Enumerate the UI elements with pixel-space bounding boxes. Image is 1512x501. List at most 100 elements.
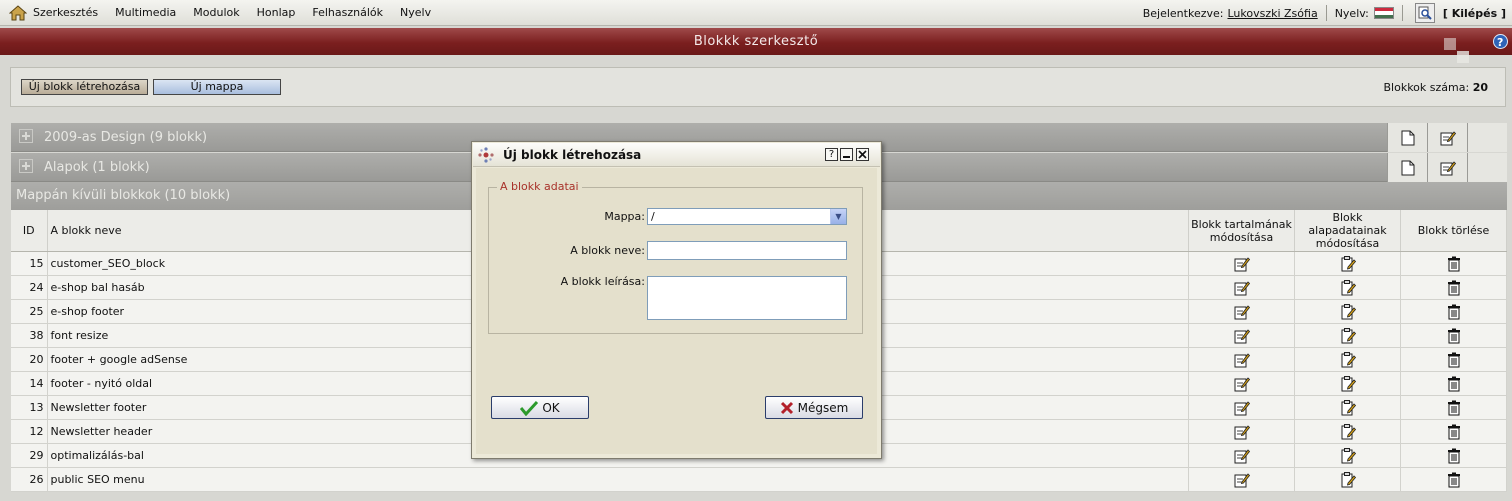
block-name-input[interactable] xyxy=(647,241,847,260)
ok-button[interactable]: OK xyxy=(491,396,589,419)
app-logo-icon xyxy=(478,146,494,163)
new-block-dialog: Új blokk létrehozása ? A blokk adatai Ma… xyxy=(471,141,882,459)
folder-name[interactable]: 2009-as Design (9 blokk) xyxy=(44,130,207,145)
clipboard-edit-icon[interactable] xyxy=(1340,471,1356,487)
main-menu: Szerkesztés Multimedia Modulok Honlap Fe… xyxy=(33,6,448,19)
cancel-label: Mégsem xyxy=(797,400,849,415)
delete-cell xyxy=(1400,251,1507,276)
dialog-title-bar[interactable]: Új blokk létrehozása ? xyxy=(473,143,880,167)
chevron-down-icon[interactable]: ▼ xyxy=(830,209,846,224)
edit-basic-cell xyxy=(1294,275,1401,300)
delete-cell xyxy=(1400,467,1507,492)
block-id: 24 xyxy=(11,275,48,300)
folder-label: Mappa: xyxy=(604,210,645,223)
new-folder-button[interactable]: Új mappa xyxy=(153,79,281,95)
dialog-help-icon[interactable]: ? xyxy=(825,148,838,161)
clipboard-edit-icon[interactable] xyxy=(1340,375,1356,391)
clipboard-edit-icon[interactable] xyxy=(1340,255,1356,271)
clipboard-edit-icon[interactable] xyxy=(1340,303,1356,319)
edit-icon[interactable] xyxy=(1234,352,1250,367)
cancel-button[interactable]: Mégsem xyxy=(765,396,863,419)
edit-content-cell xyxy=(1188,395,1295,420)
trash-icon[interactable] xyxy=(1446,352,1462,367)
edit-icon[interactable] xyxy=(1234,304,1250,319)
edit-basic-cell xyxy=(1294,467,1401,492)
dialog-close-icon[interactable] xyxy=(856,148,869,161)
menu-nyelv[interactable]: Nyelv xyxy=(400,6,431,19)
edit-icon[interactable] xyxy=(1427,123,1467,152)
hungarian-flag-icon[interactable] xyxy=(1373,7,1394,19)
clipboard-edit-icon[interactable] xyxy=(1340,327,1356,343)
edit-icon[interactable] xyxy=(1234,328,1250,343)
help-icon[interactable]: ? xyxy=(1493,34,1508,49)
top-menu-bar: Szerkesztés Multimedia Modulok Honlap Fe… xyxy=(0,0,1512,26)
plus-icon[interactable] xyxy=(19,129,33,143)
toolbar-panel: Új blokk létrehozása Új mappa Blokkok sz… xyxy=(10,67,1506,107)
table-row: 26 public SEO menu xyxy=(11,467,1507,492)
edit-icon[interactable] xyxy=(1234,472,1250,487)
menu-modulok[interactable]: Modulok xyxy=(193,6,239,19)
block-id: 13 xyxy=(11,395,48,420)
folder-actions xyxy=(1387,123,1507,152)
delete-cell xyxy=(1400,347,1507,372)
clipboard-edit-icon[interactable] xyxy=(1340,279,1356,295)
ok-label: OK xyxy=(542,400,560,415)
menu-szerkesztes[interactable]: Szerkesztés xyxy=(33,6,98,19)
edit-basic-cell xyxy=(1294,323,1401,348)
delete-cell xyxy=(1400,323,1507,348)
empty-action-cell xyxy=(1467,123,1507,152)
dialog-minimize-icon[interactable] xyxy=(840,148,853,161)
trash-icon[interactable] xyxy=(1446,376,1462,391)
home-icon[interactable] xyxy=(9,4,27,22)
new-block-button[interactable]: Új blokk létrehozása xyxy=(21,79,148,95)
block-data-fieldset: A blokk adatai Mappa: / ▼ A blokk neve: … xyxy=(488,180,863,334)
plus-icon[interactable] xyxy=(19,159,33,173)
trash-icon[interactable] xyxy=(1446,304,1462,319)
clipboard-edit-icon[interactable] xyxy=(1340,423,1356,439)
edit-icon[interactable] xyxy=(1234,400,1250,415)
edit-icon[interactable] xyxy=(1234,424,1250,439)
edit-content-cell xyxy=(1188,299,1295,324)
trash-icon[interactable] xyxy=(1446,256,1462,271)
language-label: Nyelv: xyxy=(1334,6,1369,20)
edit-icon[interactable] xyxy=(1234,256,1250,271)
new-page-icon[interactable] xyxy=(1387,153,1427,182)
decoration-squares-icon xyxy=(1444,38,1469,63)
block-description-textarea[interactable] xyxy=(647,276,847,320)
dialog-body: A blokk adatai Mappa: / ▼ A blokk neve: … xyxy=(476,168,877,454)
trash-icon[interactable] xyxy=(1446,280,1462,295)
folder-name[interactable]: Alapok (1 blokk) xyxy=(44,160,150,175)
folder-select-value: / xyxy=(651,210,655,223)
trash-icon[interactable] xyxy=(1446,400,1462,415)
logout-link[interactable]: [ Kilépés ] xyxy=(1443,7,1506,20)
edit-content-cell xyxy=(1188,323,1295,348)
edit-content-cell xyxy=(1188,467,1295,492)
edit-content-cell xyxy=(1188,275,1295,300)
menu-multimedia[interactable]: Multimedia xyxy=(115,6,176,19)
edit-content-cell xyxy=(1188,371,1295,396)
user-name-link[interactable]: Lukovszki Zsófia xyxy=(1227,7,1317,20)
edit-icon[interactable] xyxy=(1427,153,1467,182)
edit-basic-cell xyxy=(1294,251,1401,276)
clipboard-edit-icon[interactable] xyxy=(1340,399,1356,415)
trash-icon[interactable] xyxy=(1446,424,1462,439)
delete-cell xyxy=(1400,443,1507,468)
column-header-edit-basic: Blokk alapadatainak módosítása xyxy=(1294,210,1401,252)
trash-icon[interactable] xyxy=(1446,448,1462,463)
clipboard-edit-icon[interactable] xyxy=(1340,447,1356,463)
edit-content-cell xyxy=(1188,419,1295,444)
new-page-icon[interactable] xyxy=(1387,123,1427,152)
trash-icon[interactable] xyxy=(1446,472,1462,487)
folder-select[interactable]: / ▼ xyxy=(647,208,847,225)
edit-icon[interactable] xyxy=(1234,448,1250,463)
menu-honlap[interactable]: Honlap xyxy=(257,6,296,19)
menu-felhasznalok[interactable]: Felhasználók xyxy=(312,6,383,19)
edit-basic-cell xyxy=(1294,395,1401,420)
edit-icon[interactable] xyxy=(1234,376,1250,391)
trash-icon[interactable] xyxy=(1446,328,1462,343)
clipboard-edit-icon[interactable] xyxy=(1340,351,1356,367)
search-icon[interactable] xyxy=(1414,3,1435,23)
block-id: 14 xyxy=(11,371,48,396)
edit-icon[interactable] xyxy=(1234,280,1250,295)
fieldset-legend: A blokk adatai xyxy=(497,180,582,193)
